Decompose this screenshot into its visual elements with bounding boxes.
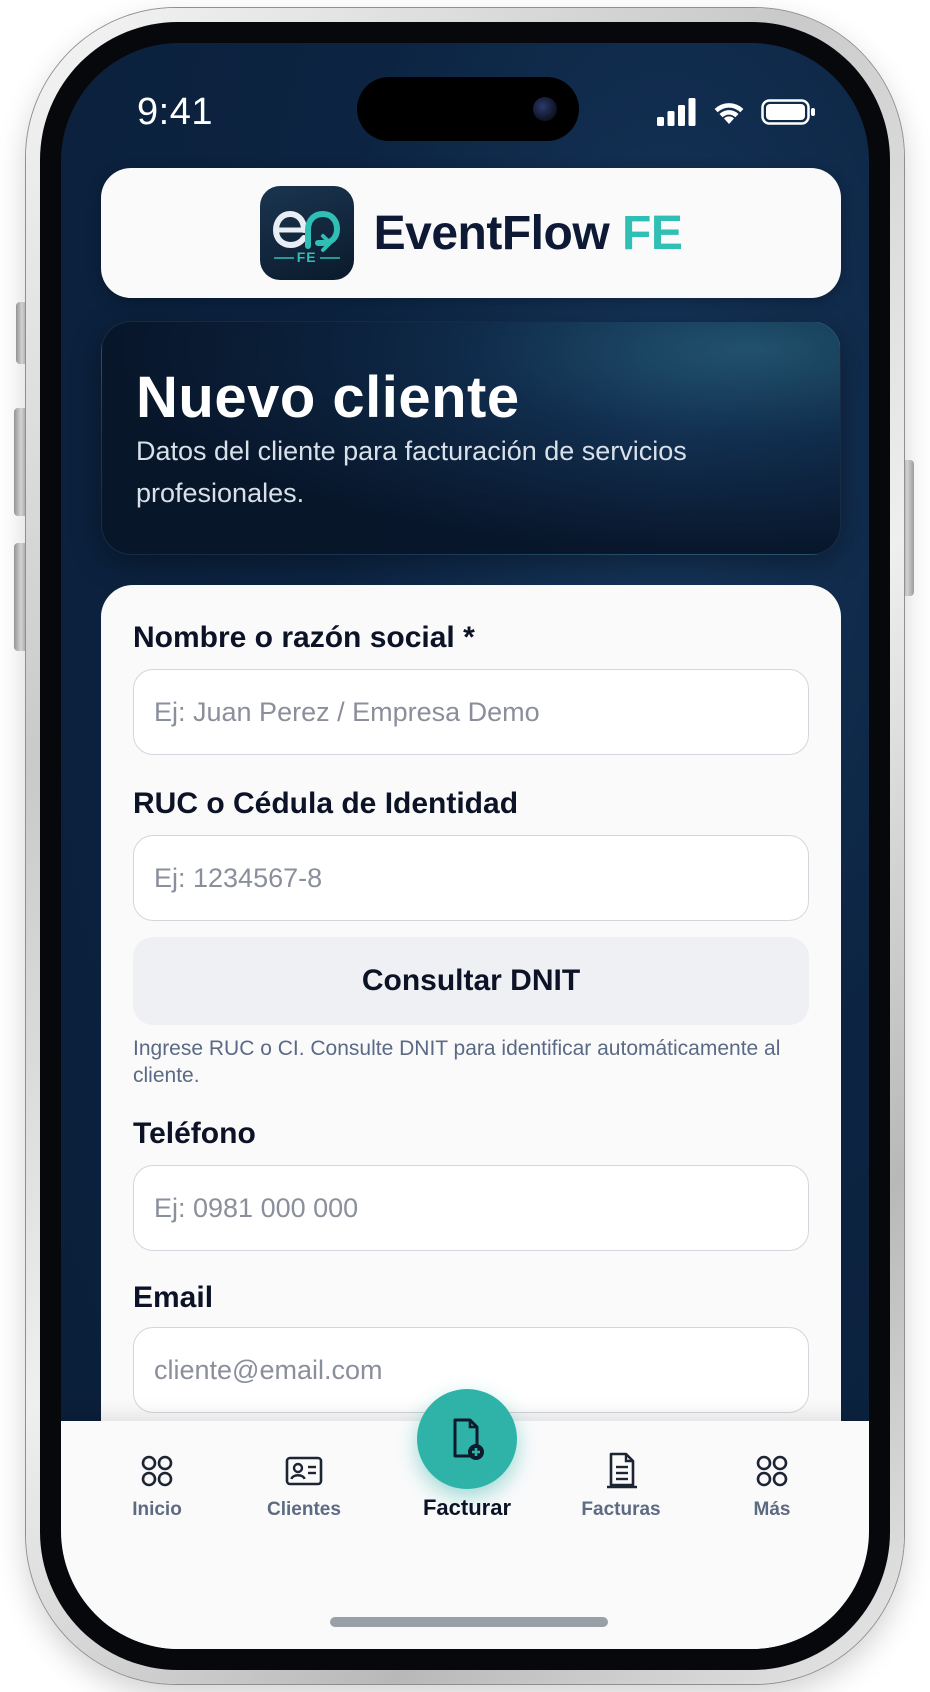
brand-header: FE EventFlow FE	[101, 168, 841, 298]
app-name: EventFlow FE	[374, 206, 683, 261]
phone-frame: 9:41 FE EventFlow FE Nuevo cliente Datos…	[26, 8, 904, 1684]
app-name-suffix: FE	[622, 206, 683, 260]
page-title: Nuevo cliente	[136, 365, 520, 430]
id-card-icon	[285, 1456, 323, 1486]
document-add-icon	[453, 1418, 484, 1460]
id-field-label: RUC o Cédula de Identidad	[133, 787, 519, 820]
status-time: 9:41	[137, 91, 213, 133]
document-icon	[607, 1452, 637, 1489]
facturar-fab-button[interactable]	[417, 1389, 517, 1489]
front-camera-icon	[533, 97, 557, 121]
tab-clientes[interactable]: Clientes	[244, 1449, 364, 1521]
app-name-main: EventFlow	[373, 206, 610, 260]
battery-icon	[761, 99, 815, 125]
dynamic-island	[357, 77, 579, 141]
tab-facturar-label: Facturar	[422, 1495, 512, 1520]
tab-mas-label: Más	[753, 1499, 791, 1520]
phone-screen: 9:41 FE EventFlow FE Nuevo cliente Datos…	[61, 43, 869, 1649]
tab-inicio-label: Inicio	[132, 1499, 182, 1520]
home-indicator[interactable]	[330, 1617, 608, 1627]
dnit-helper-text: Ingrese RUC o CI. Consulte DNIT para ide…	[133, 1037, 781, 1087]
cellular-signal-icon	[657, 98, 696, 126]
tab-mas[interactable]: Más	[712, 1449, 832, 1521]
app-screenshot: 9:41 FE EventFlow FE Nuevo cliente Datos…	[0, 0, 930, 1692]
logo-badge-text: FE	[296, 249, 317, 265]
consult-dnit-button[interactable]: Consultar DNIT	[133, 937, 809, 1025]
name-input[interactable]	[133, 669, 809, 755]
page-hero: Nuevo cliente Datos del cliente para fac…	[101, 321, 841, 555]
tab-facturas[interactable]: Facturas	[561, 1449, 681, 1521]
ruc-ci-input[interactable]	[133, 835, 809, 921]
phone-bezel: 9:41 FE EventFlow FE Nuevo cliente Datos…	[40, 22, 890, 1670]
page-subtitle: Datos del cliente para facturación de se…	[136, 436, 687, 508]
tab-facturas-label: Facturas	[581, 1499, 661, 1520]
email-field-label: Email	[133, 1281, 214, 1314]
grid-icon	[141, 1455, 173, 1487]
more-grid-icon	[756, 1455, 788, 1487]
tab-clientes-label: Clientes	[267, 1499, 341, 1520]
status-icons	[657, 95, 817, 129]
tab-inicio[interactable]: Inicio	[97, 1449, 217, 1521]
wifi-icon	[714, 103, 744, 124]
eventflow-logo-icon: FE	[259, 186, 354, 280]
phone-field-label: Teléfono	[133, 1117, 256, 1150]
name-field-label: Nombre o razón social *	[133, 621, 475, 654]
phone-input[interactable]	[133, 1165, 809, 1251]
